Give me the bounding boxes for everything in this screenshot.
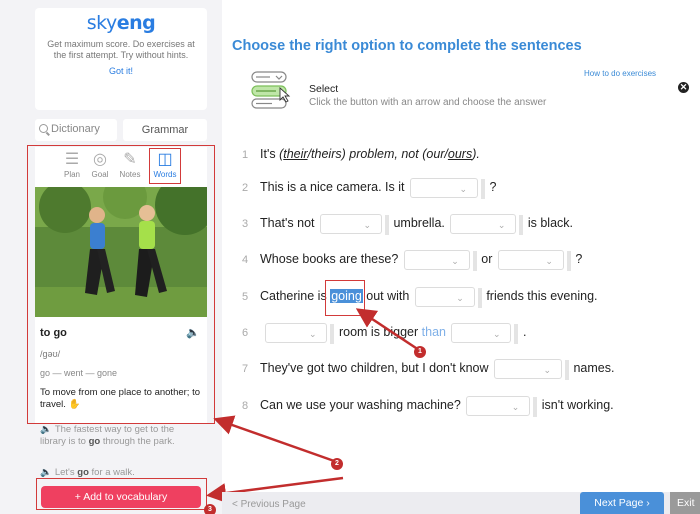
next-page-button[interactable]: Next Page › (580, 492, 664, 514)
previous-page-button[interactable]: < Previous Page (232, 499, 306, 510)
annotation-arrows (206, 308, 420, 504)
annotation-badge-2: 2 (331, 458, 343, 470)
annotation-badge-3: 3 (204, 504, 216, 514)
annotation-badge-1: 1 (414, 346, 426, 358)
exit-button[interactable]: Exit (670, 492, 700, 514)
